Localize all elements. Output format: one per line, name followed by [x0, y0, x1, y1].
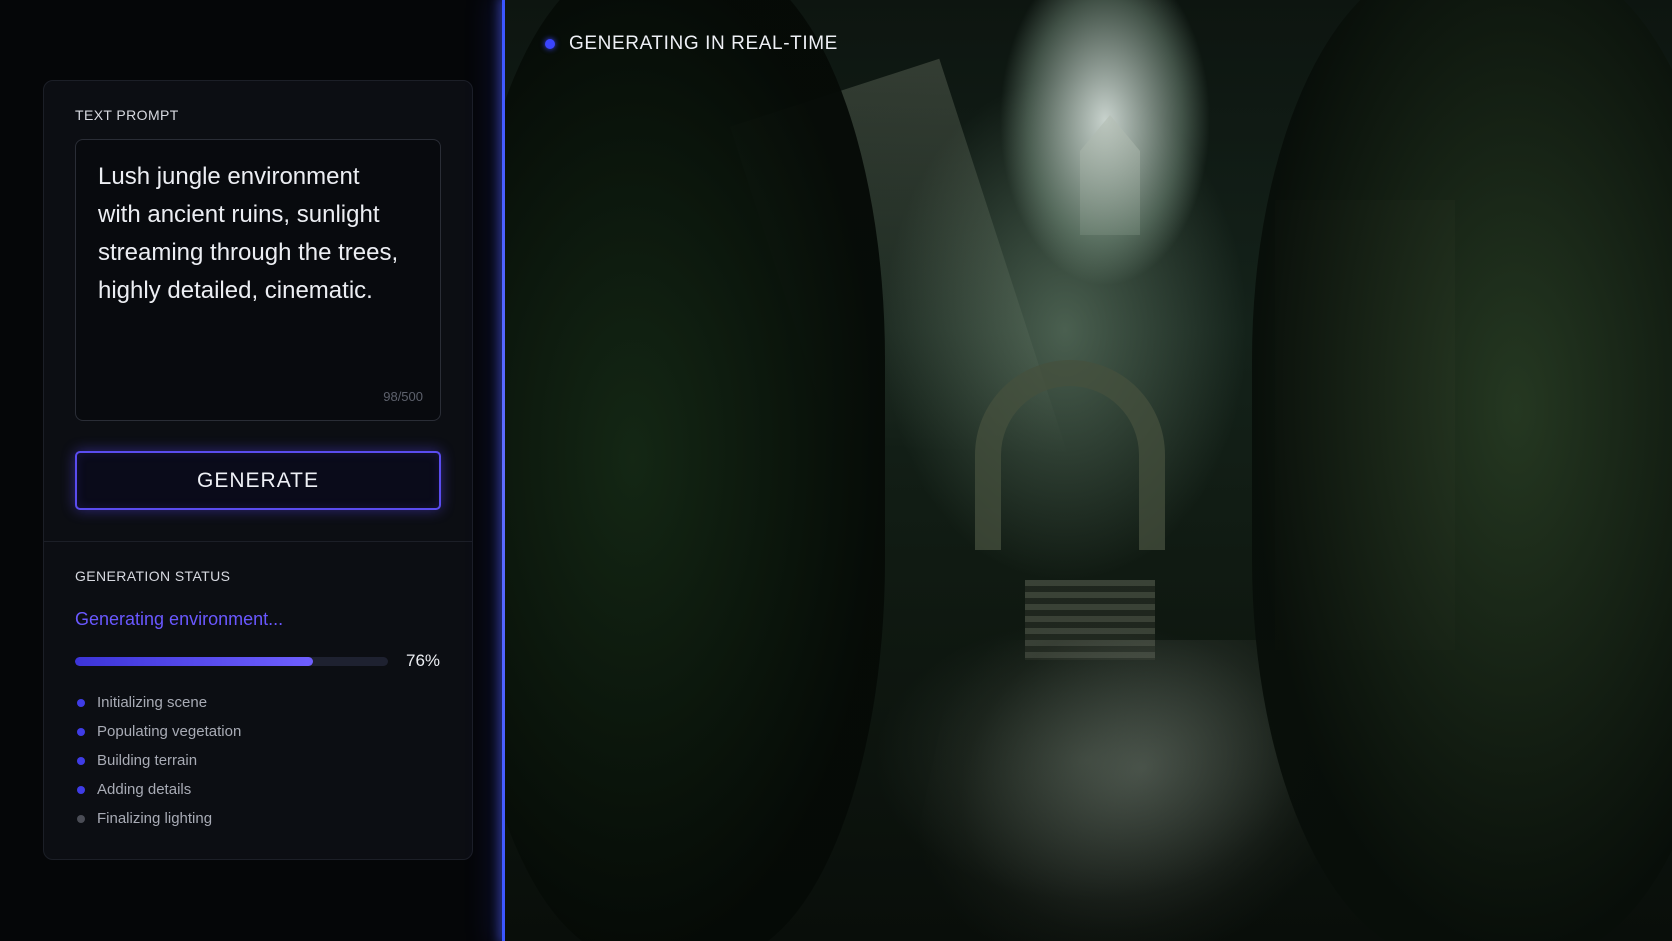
- step-item: Adding details: [75, 781, 241, 810]
- progress-bar: [75, 657, 388, 666]
- step-label: Initializing scene: [97, 694, 208, 711]
- generated-scene-preview: [505, 0, 1672, 941]
- generation-status-label: GENERATION STATUS: [75, 568, 231, 584]
- status-text: Generating environment...: [75, 609, 284, 629]
- prompt-text: Lush jungle environment with ancient rui…: [98, 163, 399, 304]
- text-prompt-label: TEXT PROMPT: [75, 107, 179, 123]
- foliage-right: [1252, 0, 1672, 941]
- step-item: Building terrain: [75, 752, 241, 781]
- step-dot-icon: [77, 728, 85, 736]
- ruin-arch: [975, 360, 1165, 550]
- step-label: Building terrain: [97, 752, 198, 769]
- step-dot-icon: [77, 786, 85, 794]
- prompt-textarea[interactable]: Lush jungle environment with ancient rui…: [75, 139, 441, 421]
- live-dot-icon: [545, 39, 555, 49]
- step-item: Initializing scene: [75, 694, 241, 723]
- step-label: Finalizing lighting: [97, 810, 213, 827]
- progress-fill: [75, 657, 313, 666]
- foliage-left: [505, 0, 885, 941]
- step-item: Finalizing lighting: [75, 810, 241, 839]
- distant-temple: [1080, 115, 1140, 235]
- step-label: Adding details: [97, 781, 192, 798]
- control-panel: TEXT PROMPT Lush jungle environment with…: [43, 80, 473, 860]
- sidebar: TEXT PROMPT Lush jungle environment with…: [0, 0, 502, 941]
- step-label: Populating vegetation: [97, 723, 242, 740]
- divider: [44, 541, 472, 542]
- progress-percentage: 76%: [406, 651, 441, 670]
- step-item: Populating vegetation: [75, 723, 241, 752]
- char-count: 98/500: [383, 389, 423, 404]
- generate-button[interactable]: GENERATE: [75, 451, 441, 510]
- realtime-badge: GENERATING IN REAL-TIME: [545, 33, 838, 55]
- step-dot-icon: [77, 699, 85, 707]
- step-dot-icon: [77, 815, 85, 823]
- step-list: Initializing scene Populating vegetation…: [75, 694, 241, 839]
- realtime-badge-label: GENERATING IN REAL-TIME: [569, 33, 838, 54]
- step-dot-icon: [77, 757, 85, 765]
